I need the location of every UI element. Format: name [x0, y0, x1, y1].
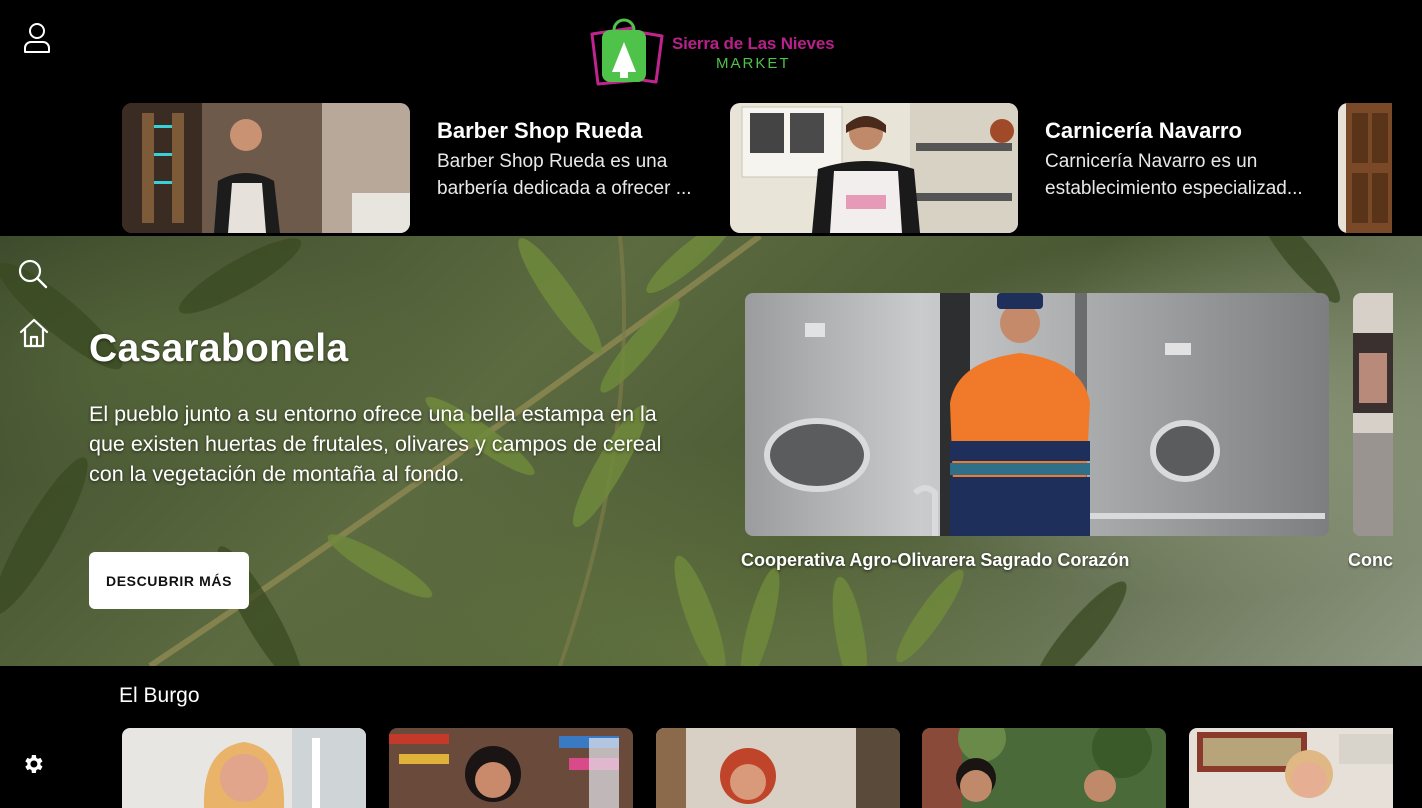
featured-business-peek-image[interactable] — [1353, 293, 1393, 536]
profile-button[interactable] — [22, 22, 52, 54]
shop-card-desc-line: establecimiento especializad... — [1045, 178, 1303, 199]
featured-business-image[interactable] — [745, 293, 1329, 536]
home-icon — [19, 318, 49, 348]
logo-text: Sierra de Las Nieves MARKET — [672, 34, 844, 72]
discover-more-button[interactable]: DESCUBRIR MÁS — [89, 552, 249, 609]
shop-card-image — [122, 103, 410, 233]
settings-button[interactable] — [21, 752, 45, 780]
business-card[interactable] — [389, 728, 633, 808]
shop-card-text: Barber Shop Rueda Barber Shop Rueda es u… — [437, 103, 717, 233]
shop-card-title: Carnicería Navarro — [1045, 118, 1242, 143]
shop-card-carniceria[interactable]: Carnicería Navarro Carnicería Navarro es… — [730, 103, 1325, 233]
business-card[interactable] — [1189, 728, 1393, 808]
shop-card-image — [730, 103, 1018, 233]
shop-card-barber[interactable]: Barber Shop Rueda Barber Shop Rueda es u… — [122, 103, 717, 233]
town-title: Casarabonela — [89, 327, 349, 370]
gear-icon — [25, 755, 43, 773]
business-card[interactable] — [122, 728, 366, 808]
town-description: El pueblo junto a su entorno ofrece una … — [89, 402, 662, 486]
shop-card-desc-line: barbería dedicada a ofrecer ... — [437, 178, 692, 199]
section-title: El Burgo — [119, 684, 200, 707]
search-button[interactable] — [18, 259, 48, 293]
town-hero: Casarabonela El pueblo junto a su entorn… — [0, 236, 1422, 666]
featured-business-caption[interactable]: Cooperativa Agro-Olivarera Sagrado Coraz… — [741, 550, 1129, 571]
logo-title: Sierra de Las Nieves — [672, 34, 835, 53]
shop-card-description: Carnicería Navarro es un establecimiento… — [1045, 148, 1325, 202]
home-button[interactable] — [19, 318, 49, 352]
app-header: Sierra de Las Nieves MARKET — [0, 0, 1422, 98]
town-section-el-burgo: El Burgo — [0, 666, 1422, 808]
shop-card-description: Barber Shop Rueda es una barbería dedica… — [437, 148, 717, 202]
search-icon — [18, 259, 48, 289]
shopping-bag-logo-icon — [590, 18, 664, 86]
shop-card-title: Barber Shop Rueda — [437, 118, 643, 143]
business-card[interactable] — [922, 728, 1166, 808]
business-card[interactable] — [656, 728, 900, 808]
shop-card-text: Carnicería Navarro Carnicería Navarro es… — [1045, 103, 1325, 233]
logo-subtitle: MARKET — [716, 55, 791, 72]
shop-card-desc-line: Carnicería Navarro es un — [1045, 151, 1258, 172]
featured-shops-carousel: Barber Shop Rueda Barber Shop Rueda es u… — [0, 98, 1422, 236]
app-logo[interactable]: Sierra de Las Nieves MARKET — [584, 14, 844, 86]
user-icon — [24, 23, 50, 53]
shop-card-peek[interactable] — [1338, 103, 1392, 233]
shop-card-desc-line: Barber Shop Rueda es una — [437, 151, 668, 172]
featured-business-peek-caption[interactable]: Conc — [1348, 550, 1393, 571]
